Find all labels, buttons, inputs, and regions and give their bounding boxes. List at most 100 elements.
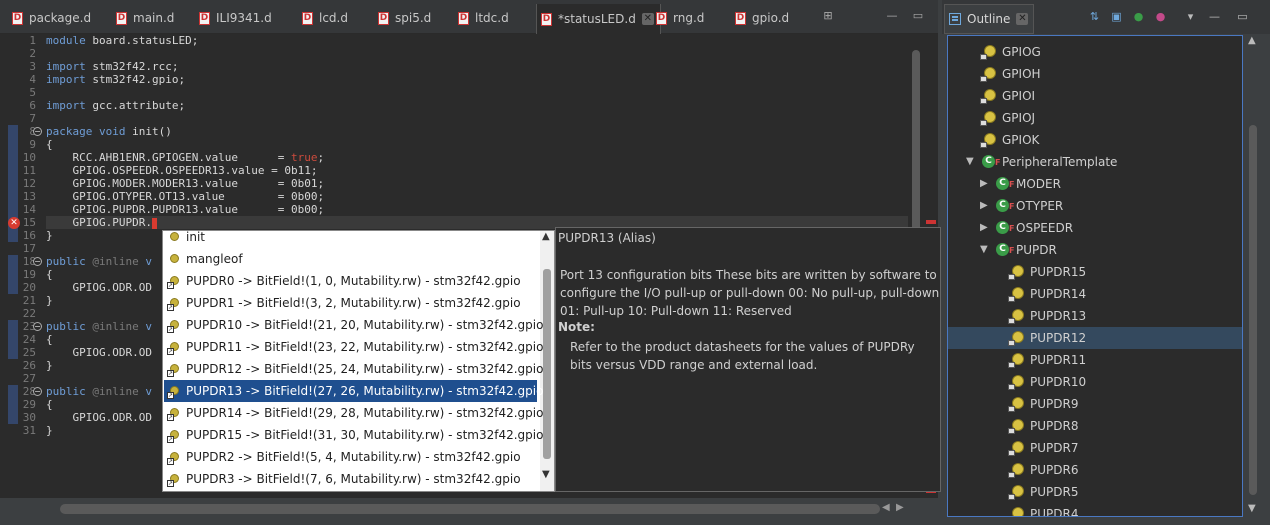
outline-item[interactable]: PUPDR14 <box>948 283 1242 305</box>
code-line[interactable]: } <box>46 294 53 307</box>
outline-item[interactable]: PUPDR7 <box>948 437 1242 459</box>
hide-fields-icon[interactable]: ▣ <box>1110 10 1123 23</box>
outline-item[interactable]: GPIOK <box>948 129 1242 151</box>
outline-tree[interactable]: GPIOG GPIOH GPIOI GPIOJ GPIOK ▼ C F PeripheralTe… <box>947 35 1243 517</box>
code-line[interactable]: RCC.AHB1ENR.GPIOGEN.value = true; <box>46 151 324 164</box>
chevron-right-icon[interactable]: ▶ <box>980 195 988 217</box>
code-line[interactable]: GPIOG.MODER.MODER13.value = 0b01; <box>46 177 324 190</box>
minimize-icon[interactable]: — <box>1208 10 1221 23</box>
outline-item[interactable]: GPIOG <box>948 41 1242 63</box>
outline-item[interactable]: PUPDR4 <box>948 503 1242 516</box>
chevron-right-icon[interactable]: ▶ <box>980 217 988 239</box>
completion-item[interactable]: ↗ PUPDR2 -> BitField!(5, 4, Mutability.rw… <box>164 446 537 468</box>
completion-item[interactable]: mangleof <box>164 248 537 270</box>
editor-tab[interactable]: Dgpio.d <box>735 6 789 30</box>
scroll-down-icon[interactable]: ▼ <box>1248 503 1256 514</box>
sort-icon[interactable]: ⇅ <box>1088 10 1101 23</box>
scroll-left-icon[interactable]: ◀ <box>882 502 890 513</box>
outline-item[interactable]: PUPDR6 <box>948 459 1242 481</box>
editor-tab[interactable]: D *statusLED.d ✕ <box>536 4 661 34</box>
fold-toggle-icon[interactable]: − <box>33 322 42 331</box>
outline-item[interactable]: PUPDR5 <box>948 481 1242 503</box>
completion-item[interactable]: ↗ PUPDR14 -> BitField!(29, 28, Mutability… <box>164 402 543 424</box>
code-line[interactable]: } <box>46 359 53 372</box>
outline-item[interactable]: ▶ C F MODER <box>948 173 1242 195</box>
completion-item[interactable]: ↗ PUPDR3 -> BitField!(7, 6, Mutability.rw… <box>164 468 537 490</box>
code-line[interactable]: } <box>46 229 53 242</box>
outline-item[interactable]: ▼ C F PUPDR <box>948 239 1242 261</box>
code-line[interactable]: import stm32f42.rcc; <box>46 60 178 73</box>
minimize-icon[interactable]: — <box>886 10 898 22</box>
editor-tab[interactable]: D ILI9341.d <box>199 6 272 30</box>
view-menu-icon[interactable]: ▾ <box>1184 10 1197 23</box>
outline-item[interactable]: PUPDR13 <box>948 305 1242 327</box>
fold-toggle-icon[interactable]: − <box>33 127 42 136</box>
code-line[interactable]: GPIOG.OSPEEDR.OSPEEDR13.value = 0b11; <box>46 164 317 177</box>
outline-item[interactable]: PUPDR11 <box>948 349 1242 371</box>
editor-horizontal-scrollbar[interactable]: ◀ ▶ <box>46 498 908 520</box>
outline-item[interactable]: PUPDR9 <box>948 393 1242 415</box>
content-assist-popup[interactable]: ▲ ▼ init mangleof ↗ PUPDR0 -> BitField!(1, … <box>162 230 555 492</box>
list-all-icon[interactable]: ⊞ <box>822 10 834 22</box>
code-line[interactable]: { <box>46 138 53 151</box>
chevron-down-icon[interactable]: ▼ <box>966 151 974 173</box>
outline-item[interactable]: ▶ C F OSPEEDR <box>948 217 1242 239</box>
outline-scrollbar[interactable]: ▲ ▼ <box>1246 35 1260 517</box>
completion-item[interactable]: ↗ PUPDR13 -> BitField!(27, 26, Mutability… <box>164 380 543 402</box>
code-line[interactable]: package void init() <box>46 125 172 138</box>
outline-item[interactable]: GPIOJ <box>948 107 1242 129</box>
code-line[interactable]: module board.statusLED; <box>46 34 198 47</box>
overview-error-marker[interactable] <box>926 220 936 224</box>
tab-outline[interactable]: Outline ✕ <box>944 4 1034 34</box>
maximize-icon[interactable]: ▭ <box>912 10 924 22</box>
maximize-icon[interactable]: ▭ <box>1236 10 1249 23</box>
close-icon[interactable]: ✕ <box>641 13 654 25</box>
scroll-down-icon[interactable]: ▼ <box>542 469 550 480</box>
completion-item[interactable]: ↗ PUPDR11 -> BitField!(23, 22, Mutability… <box>164 336 543 358</box>
fold-toggle-icon[interactable]: − <box>33 387 42 396</box>
scroll-right-icon[interactable]: ▶ <box>896 502 904 513</box>
editor-tab[interactable]: Dmain.d <box>116 6 174 30</box>
code-line[interactable]: public @inline v <box>46 255 152 268</box>
chevron-down-icon[interactable]: ▼ <box>980 239 988 261</box>
outline-item[interactable]: GPIOI <box>948 85 1242 107</box>
completion-item[interactable]: ↗ PUPDR0 -> BitField!(1, 0, Mutability.rw… <box>164 270 537 292</box>
close-icon[interactable]: ✕ <box>1016 13 1029 25</box>
fold-toggle-icon[interactable]: − <box>33 257 42 266</box>
scrollbar-thumb[interactable] <box>543 269 551 459</box>
scroll-up-icon[interactable]: ▲ <box>1248 35 1256 46</box>
chevron-right-icon[interactable]: ▶ <box>980 173 988 195</box>
editor-tab[interactable]: Dlcd.d <box>302 6 348 30</box>
code-line[interactable]: public @inline v <box>46 320 152 333</box>
scrollbar-thumb[interactable] <box>60 504 880 514</box>
editor-tab[interactable]: Dltdc.d <box>458 6 509 30</box>
code-line[interactable]: GPIOG.ODR.OD <box>46 411 151 424</box>
completion-item[interactable]: ↗ PUPDR1 -> BitField!(3, 2, Mutability.rw… <box>164 292 537 314</box>
hide-static-icon[interactable]: ● <box>1154 10 1167 23</box>
code-line[interactable]: public @inline v <box>46 385 152 398</box>
hide-nonpublic-icon[interactable]: ● <box>1132 10 1145 23</box>
code-line[interactable]: GPIOG.PUPDR.PUPDR13.value = 0b00; <box>46 203 324 216</box>
completion-item[interactable]: ↗ PUPDR15 -> BitField!(31, 30, Mutability… <box>164 424 543 446</box>
outline-item[interactable]: ▶ C F OTYPER <box>948 195 1242 217</box>
code-line[interactable]: GPIOG.PUPDR. <box>46 216 157 229</box>
code-line[interactable]: import gcc.attribute; <box>46 99 185 112</box>
editor-tab[interactable]: Dpackage.d <box>12 6 91 30</box>
editor-tab[interactable]: Drng.d <box>656 6 704 30</box>
outline-item[interactable]: ▼ C F PeripheralTemplate <box>948 151 1242 173</box>
editor-tab[interactable]: Dspi5.d <box>378 6 431 30</box>
outline-item[interactable]: PUPDR10 <box>948 371 1242 393</box>
code-line[interactable]: } <box>46 424 53 437</box>
code-line[interactable]: { <box>46 268 53 281</box>
code-line[interactable]: GPIOG.ODR.OD <box>46 281 151 294</box>
completion-item[interactable]: ↗ PUPDR12 -> BitField!(25, 24, Mutability… <box>164 358 543 380</box>
code-line[interactable]: import stm32f42.gpio; <box>46 73 185 86</box>
scroll-up-icon[interactable]: ▲ <box>542 231 550 242</box>
code-line[interactable]: { <box>46 398 53 411</box>
code-line[interactable]: GPIOG.OTYPER.OT13.value = 0b00; <box>46 190 324 203</box>
completion-item[interactable]: init <box>164 231 537 248</box>
scrollbar-thumb[interactable] <box>1249 125 1257 495</box>
outline-item[interactable]: PUPDR15 <box>948 261 1242 283</box>
outline-item[interactable]: PUPDR12 <box>948 327 1242 349</box>
code-line[interactable]: GPIOG.ODR.OD <box>46 346 151 359</box>
